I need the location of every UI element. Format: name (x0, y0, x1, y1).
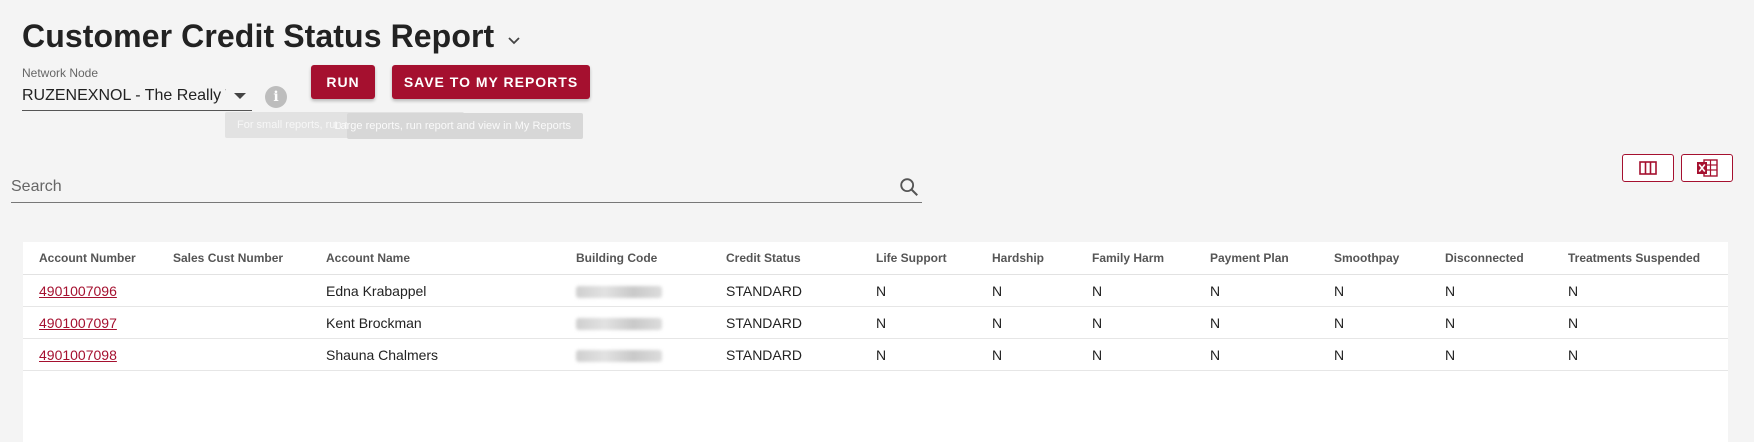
column-header[interactable]: Account Name (326, 242, 576, 275)
table-row: 4901007096 Edna Krabappel STANDARD N N N… (23, 274, 1728, 307)
building-code-cell (576, 338, 726, 371)
family-harm-cell: N (1092, 306, 1210, 339)
account-number-link[interactable]: 4901007097 (39, 315, 117, 331)
payment-plan-cell: N (1210, 338, 1334, 371)
treatments-suspended-cell: N (1568, 306, 1728, 339)
column-header[interactable]: Disconnected (1445, 242, 1568, 275)
chevron-down-icon[interactable] (506, 32, 522, 48)
sales-cust-number-cell (173, 338, 326, 371)
life-support-cell: N (876, 274, 992, 307)
report-table: Account Number Sales Cust Number Account… (23, 242, 1728, 371)
credit-status-cell: STANDARD (726, 338, 876, 371)
smoothpay-cell: N (1334, 306, 1445, 339)
network-node-label: Network Node (22, 66, 99, 80)
disconnected-cell: N (1445, 338, 1568, 371)
account-number-link[interactable]: 4901007098 (39, 347, 117, 363)
credit-status-cell: STANDARD (726, 306, 876, 339)
table-header-row: Account Number Sales Cust Number Account… (23, 242, 1728, 275)
family-harm-cell: N (1092, 338, 1210, 371)
payment-plan-cell: N (1210, 306, 1334, 339)
column-header[interactable]: Treatments Suspended (1568, 242, 1728, 275)
redacted-building-code (576, 349, 662, 362)
payment-plan-cell: N (1210, 274, 1334, 307)
redacted-building-code (576, 317, 662, 330)
account-name-cell: Shauna Chalmers (326, 338, 576, 371)
treatments-suspended-cell: N (1568, 274, 1728, 307)
column-header[interactable]: Sales Cust Number (173, 242, 326, 275)
search-icon[interactable] (898, 176, 920, 198)
column-header[interactable]: Building Code (576, 242, 726, 275)
page-header: Customer Credit Status Report (22, 18, 522, 55)
excel-icon (1697, 159, 1718, 177)
hardship-cell: N (992, 338, 1092, 371)
account-number-link[interactable]: 4901007096 (39, 283, 117, 299)
column-header[interactable]: Hardship (992, 242, 1092, 275)
page-title: Customer Credit Status Report (22, 18, 495, 54)
smoothpay-cell: N (1334, 274, 1445, 307)
search-bar[interactable] (11, 172, 922, 203)
disconnected-cell: N (1445, 274, 1568, 307)
credit-status-cell: STANDARD (726, 274, 876, 307)
column-header[interactable]: Smoothpay (1334, 242, 1445, 275)
hardship-cell: N (992, 274, 1092, 307)
column-header[interactable]: Payment Plan (1210, 242, 1334, 275)
columns-icon (1639, 161, 1657, 175)
run-button[interactable]: RUN (311, 65, 375, 99)
table-row: 4901007097 Kent Brockman STANDARD N N N … (23, 306, 1728, 339)
redacted-building-code (576, 285, 662, 298)
life-support-cell: N (876, 338, 992, 371)
hardship-cell: N (992, 306, 1092, 339)
caret-down-icon[interactable] (234, 93, 246, 99)
search-input[interactable] (11, 178, 871, 196)
account-name-cell: Edna Krabappel (326, 274, 576, 307)
building-code-cell (576, 306, 726, 339)
building-code-cell (576, 274, 726, 307)
info-icon[interactable]: i (265, 86, 287, 108)
column-header[interactable]: Family Harm (1092, 242, 1210, 275)
column-header[interactable]: Credit Status (726, 242, 876, 275)
account-name-cell: Kent Brockman (326, 306, 576, 339)
disconnected-cell: N (1445, 306, 1568, 339)
treatments-suspended-cell: N (1568, 338, 1728, 371)
network-node-field[interactable]: Network Node RUZENEXNOL - The Really Tal… (22, 66, 252, 111)
sales-cust-number-cell (173, 306, 326, 339)
smoothpay-cell: N (1334, 338, 1445, 371)
report-table-card: Account Number Sales Cust Number Account… (23, 242, 1728, 442)
column-header[interactable]: Account Number (23, 242, 173, 275)
sales-cust-number-cell (173, 274, 326, 307)
save-tooltip: Large reports, run report and view in My… (334, 113, 583, 139)
network-node-value: RUZENEXNOL - The Really Tall (22, 87, 226, 104)
export-excel-button[interactable] (1681, 154, 1733, 182)
life-support-cell: N (876, 306, 992, 339)
column-header[interactable]: Life Support (876, 242, 992, 275)
table-row: 4901007098 Shauna Chalmers STANDARD N N … (23, 338, 1728, 371)
network-node-select[interactable]: RUZENEXNOL - The Really Tall (22, 82, 252, 111)
save-to-my-reports-button[interactable]: SAVE TO MY REPORTS (392, 65, 590, 99)
family-harm-cell: N (1092, 274, 1210, 307)
columns-button[interactable] (1622, 154, 1674, 182)
